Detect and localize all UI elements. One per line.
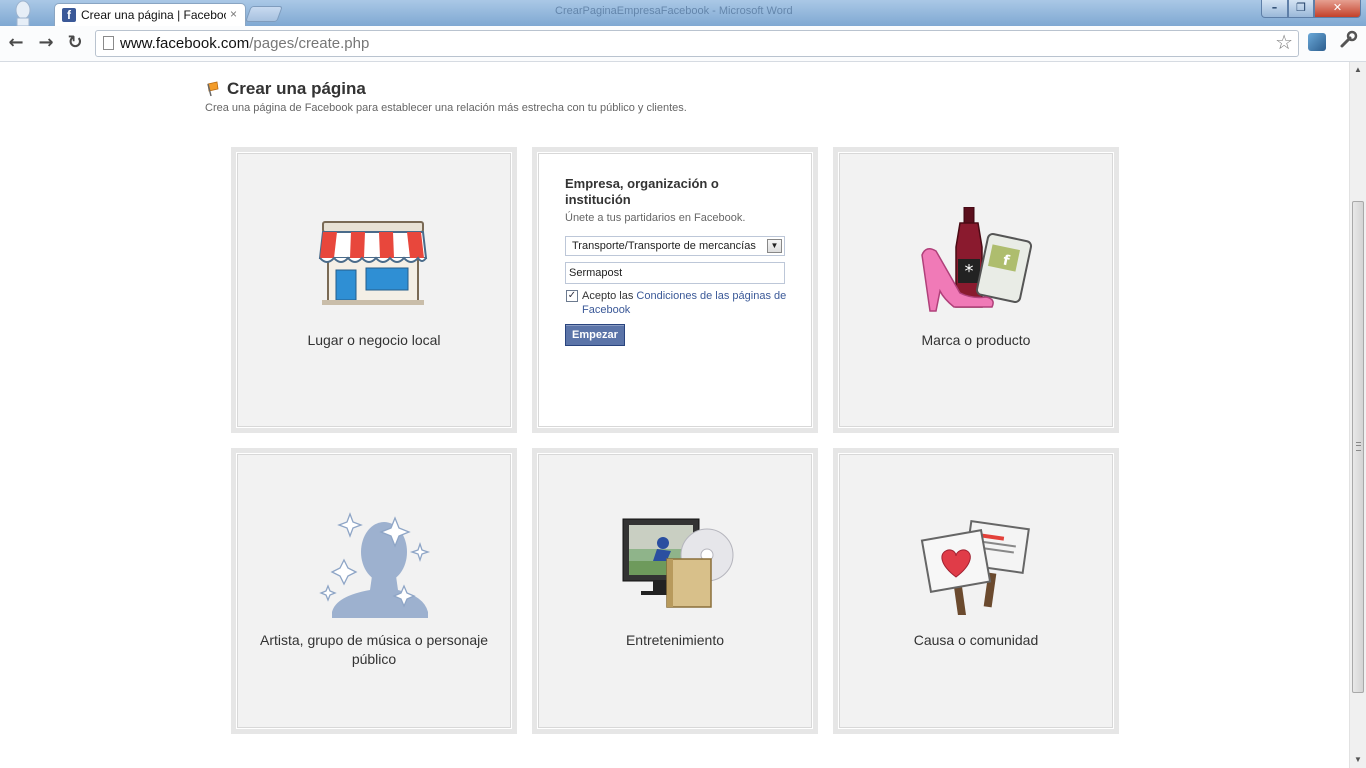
category-card-artist[interactable]: Artista, grupo de música o personaje púb…	[231, 448, 517, 734]
bookmark-star-icon[interactable]: ☆	[1275, 32, 1293, 54]
flag-icon	[207, 81, 219, 97]
url-text[interactable]: www.facebook.com/pages/create.php	[120, 35, 369, 52]
brand-product-icon: * f	[921, 207, 1033, 312]
start-button[interactable]: Empezar	[565, 324, 625, 346]
scroll-grip-icon	[1356, 442, 1361, 451]
company-name-input[interactable]: Sermapost	[565, 262, 785, 284]
minimize-button[interactable]: –	[1261, 0, 1288, 18]
terms-prefix: Acepto las	[582, 290, 637, 302]
close-window-button[interactable]: ✕	[1314, 0, 1361, 18]
browser-titlebar: f Crear una página | Facebook × CrearPag…	[0, 0, 1366, 26]
profile-avatar[interactable]	[0, 0, 46, 26]
page-subtitle: Crea una página de Facebook para estable…	[205, 102, 687, 114]
company-form-description: Únete a tus partidarios en Facebook.	[565, 212, 746, 224]
card-label: Lugar o negocio local	[307, 332, 441, 348]
category-select-value: Transporte/Transporte de mercancías	[572, 240, 756, 252]
terms-checkbox[interactable]: ✓	[566, 290, 578, 302]
category-card-brand-product[interactable]: * f Marca o producto	[833, 147, 1119, 433]
tab-close-icon[interactable]: ×	[230, 7, 237, 21]
address-bar[interactable]: www.facebook.com/pages/create.php ☆	[95, 30, 1299, 57]
entertainment-icon	[622, 518, 734, 608]
tab-title: Crear una página | Facebook	[81, 8, 226, 22]
window-title: CrearPaginaEmpresaFacebook - Microsoft W…	[555, 5, 793, 17]
page-title: Crear una página	[227, 79, 366, 98]
forward-button[interactable]: →	[34, 31, 58, 55]
category-select[interactable]: Transporte/Transporte de mercancías ▼	[565, 236, 785, 256]
category-card-cause[interactable]: Causa o comunidad	[833, 448, 1119, 734]
maximize-button[interactable]: ❐	[1288, 0, 1314, 18]
url-path: /pages/create.php	[249, 35, 370, 52]
page-icon	[103, 36, 114, 50]
protest-signs-icon	[920, 520, 1030, 615]
reload-button[interactable]: ↻	[63, 31, 87, 55]
wrench-icon	[1340, 30, 1358, 48]
category-card-local-business[interactable]: Lugar o negocio local	[231, 147, 517, 433]
back-button[interactable]: ←	[4, 31, 28, 55]
wrench-menu-icon[interactable]	[1338, 30, 1358, 56]
facebook-favicon-icon: f	[62, 8, 76, 22]
profile-avatar-icon	[15, 0, 31, 26]
card-label: Entretenimiento	[625, 632, 725, 648]
card-label: Marca o producto	[921, 332, 1031, 348]
chevron-down-icon[interactable]: ▼	[767, 239, 782, 253]
tab-facebook[interactable]: f Crear una página | Facebook ×	[54, 3, 246, 26]
category-card-entertainment[interactable]: Entretenimiento	[532, 448, 818, 734]
url-domain: www.facebook.com	[120, 35, 250, 52]
scroll-thumb[interactable]	[1352, 201, 1364, 693]
browser-toolbar: ← → ↻ www.facebook.com/pages/create.php …	[0, 26, 1366, 62]
new-tab-button[interactable]	[245, 6, 283, 22]
scroll-down-arrow-icon[interactable]: ▼	[1350, 752, 1366, 768]
extension-icon[interactable]	[1308, 33, 1326, 51]
card-label: Causa o comunidad	[913, 632, 1039, 648]
terms-label: Acepto las Condiciones de las páginas de…	[582, 289, 787, 317]
category-card-company: Empresa, organización o institución Únet…	[532, 147, 818, 433]
card-label: Artista, grupo de música o personaje púb…	[259, 632, 488, 667]
company-form-title: Empresa, organización o institución	[565, 176, 719, 207]
storefront-icon	[318, 221, 428, 305]
svg-text:*: *	[965, 261, 974, 282]
page-scrollbar[interactable]: ▲ ▼	[1349, 62, 1366, 768]
artist-silhouette-icon	[319, 512, 431, 618]
scroll-up-arrow-icon[interactable]: ▲	[1350, 62, 1366, 78]
